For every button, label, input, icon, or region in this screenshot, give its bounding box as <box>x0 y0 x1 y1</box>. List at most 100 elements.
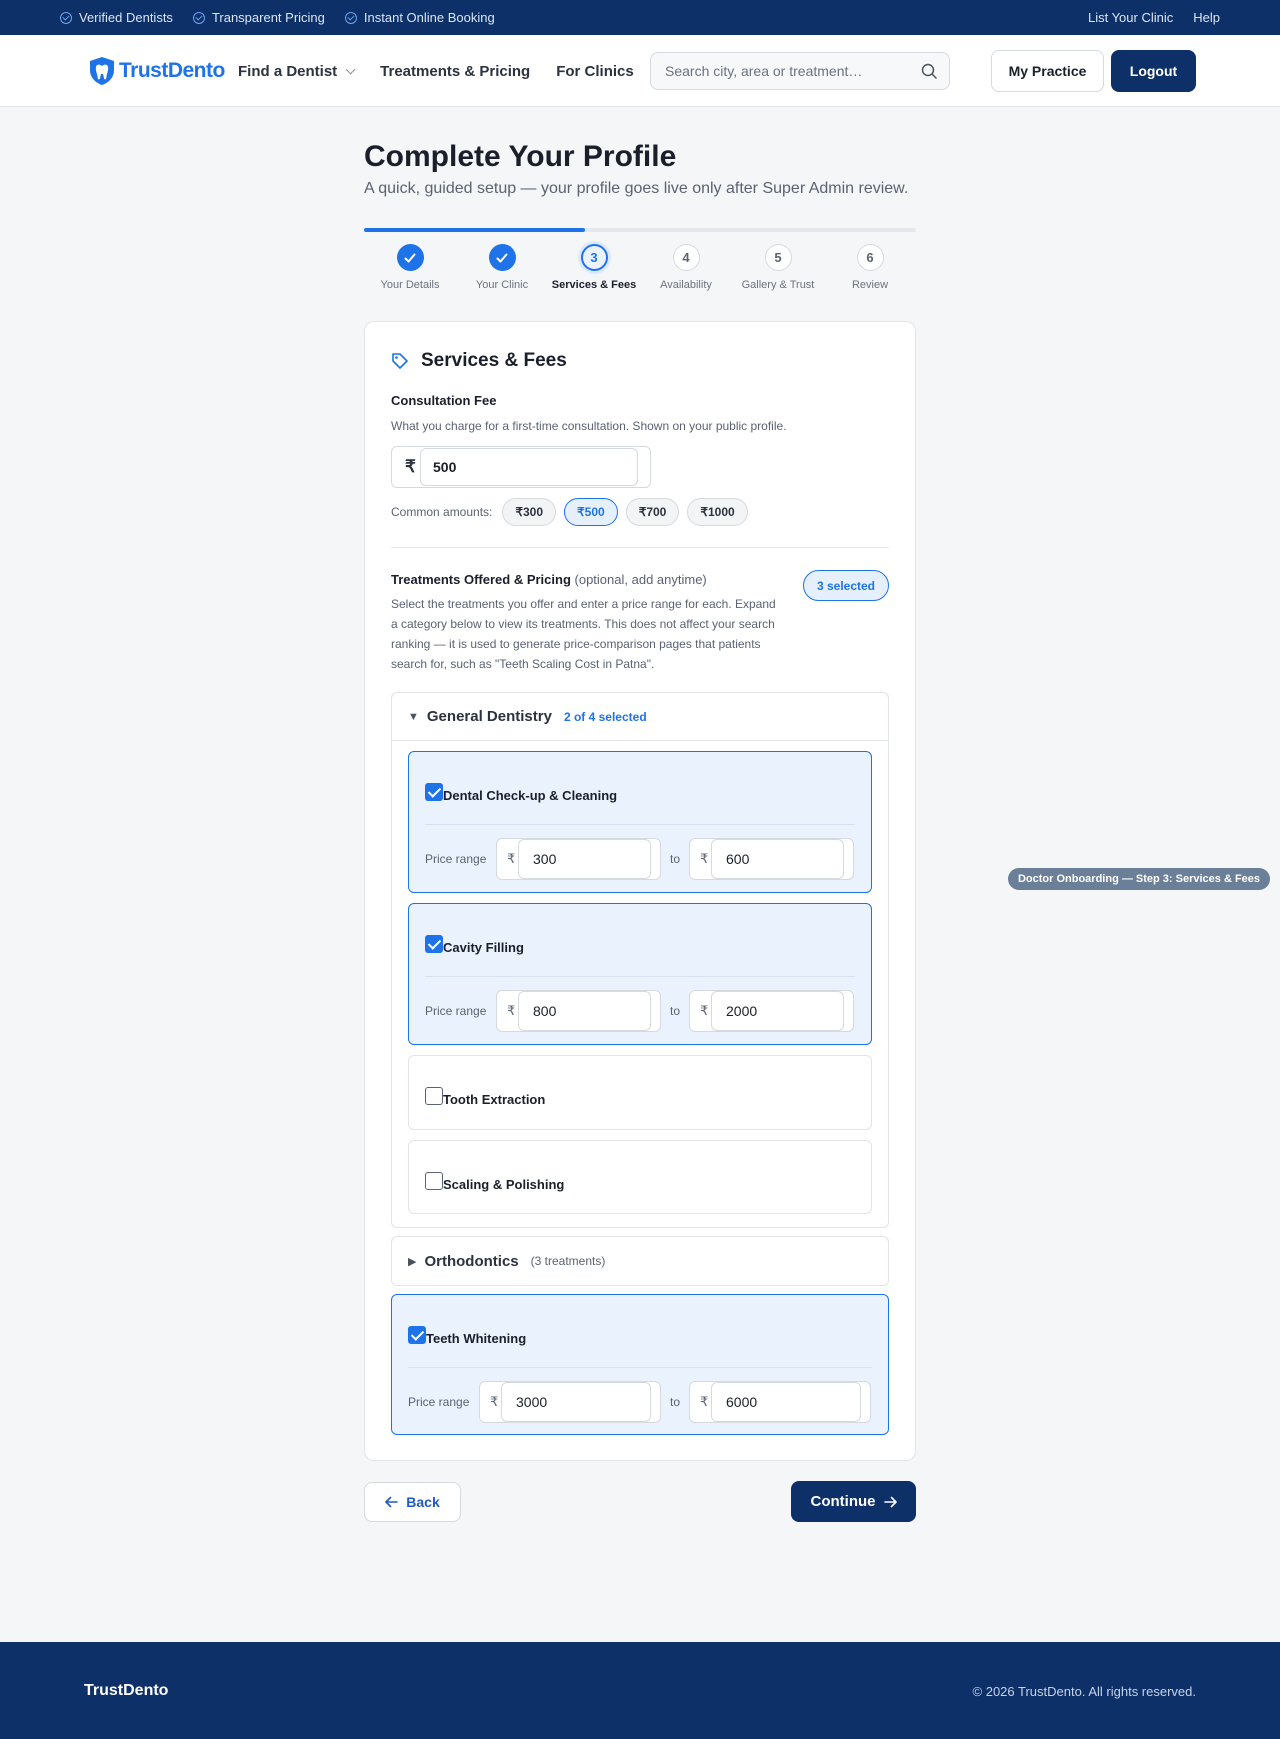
help-link[interactable]: Help <box>1193 10 1220 25</box>
price-max-input[interactable] <box>711 1382 861 1422</box>
category-general-dentistry: ▼ General Dentistry 2 of 4 selected Dent… <box>391 692 889 1228</box>
common-amounts: Common amounts: ₹300 ₹500 ₹700 ₹1000 <box>391 498 748 526</box>
top-strip: Verified Dentists Transparent Pricing In… <box>0 0 1280 35</box>
price-min-field: ₹ <box>496 990 661 1032</box>
consultation-fee-field: ₹ <box>391 446 651 488</box>
arrow-left-icon <box>385 1496 399 1508</box>
amount-chip-300[interactable]: ₹300 <box>502 498 557 526</box>
step-availability[interactable]: 4 Availability <box>640 244 732 291</box>
page-subtitle: A quick, guided setup — your profile goe… <box>364 180 909 197</box>
tooth-shield-icon <box>90 57 114 85</box>
price-max-input[interactable] <box>711 991 844 1031</box>
category-treatment-count: (3 treatments) <box>530 1254 606 1268</box>
category-header[interactable]: ▼ General Dentistry 2 of 4 selected <box>392 693 888 741</box>
trust-badge: Instant Online Booking <box>344 10 495 25</box>
check-circle-icon <box>344 11 357 24</box>
progress-bar <box>364 228 916 232</box>
search-bar <box>650 52 950 90</box>
step-number: 4 <box>672 244 700 271</box>
logout-button[interactable]: Logout <box>1111 50 1196 92</box>
price-max-input[interactable] <box>711 839 844 879</box>
stepper: Your Details Your Clinic 3 Services & Fe… <box>364 244 916 291</box>
selected-count-badge: 3 selected <box>803 570 889 601</box>
list-your-clinic-link[interactable]: List Your Clinic <box>1088 10 1173 25</box>
onboarding-step-tag: Doctor Onboarding — Step 3: Services & F… <box>1008 868 1270 890</box>
card-title: Services & Fees <box>421 350 567 371</box>
footer-copyright: © 2026 TrustDento. All rights reserved. <box>972 1684 1196 1699</box>
card-header: Services & Fees <box>391 350 567 372</box>
step-your-details[interactable]: Your Details <box>364 244 456 291</box>
arrow-right-icon <box>883 1496 897 1507</box>
check-circle-icon <box>60 11 72 24</box>
price-range: Price range ₹ to ₹ <box>425 990 854 1032</box>
chevron-down-icon <box>345 64 356 74</box>
amount-chip-700[interactable]: ₹700 <box>625 498 680 526</box>
consultation-fee-label: Consultation Fee <box>391 393 497 408</box>
category-header[interactable]: ▶ Orthodontics (3 treatments) <box>392 1237 888 1285</box>
search-input[interactable] <box>665 53 915 89</box>
my-practice-button[interactable]: My Practice <box>991 50 1104 92</box>
site-footer: TrustDento © 2026 TrustDento. All rights… <box>0 1642 1280 1739</box>
price-range: Price range ₹ to ₹ <box>425 838 854 880</box>
check-icon <box>396 244 424 271</box>
nav-treatments-pricing[interactable]: Treatments & Pricing <box>380 63 530 80</box>
rupee-symbol: ₹ <box>405 457 416 476</box>
price-max-field: ₹ <box>689 990 854 1032</box>
treatment-checkbox[interactable] <box>425 782 443 801</box>
trust-badge: Transparent Pricing <box>192 10 325 25</box>
caret-right-icon: ▶ <box>408 1255 417 1268</box>
nav-find-a-dentist[interactable]: Find a Dentist <box>238 63 356 80</box>
main-nav: Find a Dentist Treatments & Pricing For … <box>238 35 634 107</box>
treatment-checkbox[interactable] <box>425 934 443 953</box>
logo-text: TrustDento <box>119 59 225 82</box>
treatment-name: Cavity Filling <box>443 940 524 955</box>
price-tag-icon <box>392 353 408 369</box>
step-number: 5 <box>764 244 792 271</box>
treatment-item: Tooth Extraction <box>408 1055 872 1130</box>
consultation-fee-hint: What you charge for a first-time consult… <box>391 419 787 433</box>
continue-button[interactable]: Continue <box>791 1481 916 1522</box>
treatment-item: Teeth Whitening Price range ₹ to ₹ <box>391 1294 889 1435</box>
check-icon <box>488 244 516 271</box>
treatments-hint: Select the treatments you offer and ente… <box>391 597 776 671</box>
amount-chip-1000[interactable]: ₹1000 <box>687 498 748 526</box>
price-min-field: ₹ <box>496 838 661 880</box>
back-button[interactable]: Back <box>364 1482 461 1522</box>
logo[interactable]: TrustDento <box>88 55 225 87</box>
price-max-field: ₹ <box>689 1381 871 1423</box>
trust-badges: Verified Dentists Transparent Pricing In… <box>60 0 495 35</box>
step-review[interactable]: 6 Review <box>824 244 916 291</box>
category-orthodontics: ▶ Orthodontics (3 treatments) <box>391 1236 889 1286</box>
optional-note: (optional, add anytime) <box>574 572 707 587</box>
step-your-clinic[interactable]: Your Clinic <box>456 244 548 291</box>
caret-down-icon: ▼ <box>408 710 419 723</box>
price-max-field: ₹ <box>689 838 854 880</box>
treatment-item: Cavity Filling Price range ₹ to ₹ <box>408 903 872 1045</box>
footer-brand: TrustDento <box>84 1682 169 1699</box>
amount-chip-500[interactable]: ₹500 <box>564 498 618 526</box>
step-gallery-trust[interactable]: 5 Gallery & Trust <box>732 244 824 291</box>
price-range: Price range ₹ to ₹ <box>408 1381 871 1423</box>
treatment-checkbox[interactable] <box>425 1171 443 1190</box>
treatment-checkbox[interactable] <box>408 1325 426 1344</box>
treatment-checkbox[interactable] <box>425 1086 443 1105</box>
category-selected-count: 2 of 4 selected <box>563 709 647 724</box>
nav-for-clinics[interactable]: For Clinics <box>556 63 634 80</box>
trust-badge: Verified Dentists <box>60 10 173 25</box>
step-services-fees[interactable]: 3 Services & Fees <box>548 244 640 291</box>
price-min-input[interactable] <box>501 1382 651 1422</box>
treatment-item: Scaling & Polishing <box>408 1140 872 1214</box>
treatment-name: Dental Check-up & Cleaning <box>443 788 618 803</box>
section-divider <box>391 547 889 548</box>
site-header: TrustDento Find a Dentist Treatments & P… <box>0 35 1280 107</box>
services-fees-card: Services & Fees Consultation Fee What yo… <box>364 321 916 1461</box>
price-min-input[interactable] <box>518 991 651 1031</box>
page-title: Complete Your Profile <box>364 140 677 173</box>
price-min-input[interactable] <box>518 839 651 879</box>
treatment-item: Dental Check-up & Cleaning Price range ₹… <box>408 751 872 893</box>
price-min-field: ₹ <box>479 1381 661 1423</box>
step-number: 6 <box>856 244 884 271</box>
consultation-fee-input[interactable] <box>420 448 638 486</box>
search-icon[interactable] <box>921 63 937 79</box>
treatment-name: Scaling & Polishing <box>443 1177 565 1192</box>
